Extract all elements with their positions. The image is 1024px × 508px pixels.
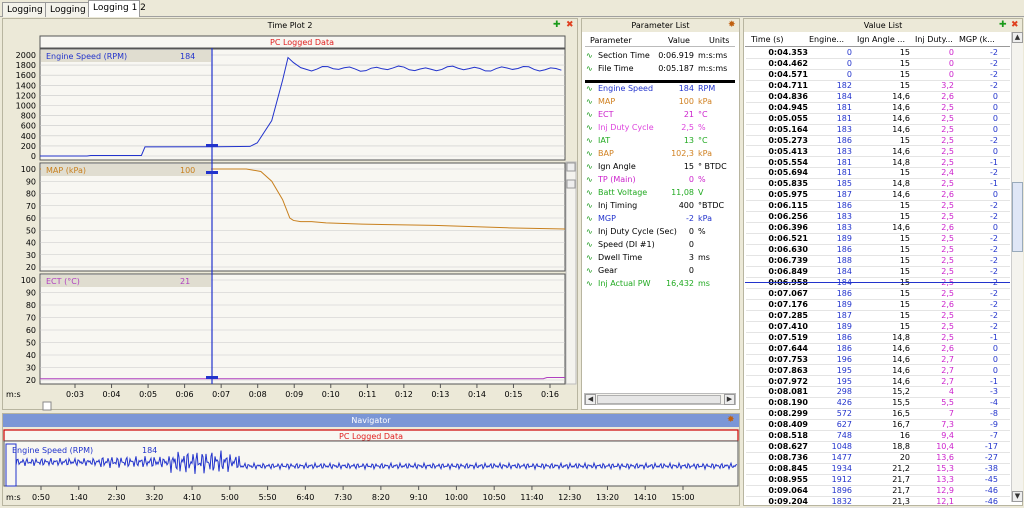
nav-x-tick-label: 12:30 — [558, 493, 581, 502]
nav-x-tick-label: 2:30 — [108, 493, 126, 502]
nav-x-tick-label: 7:30 — [334, 493, 352, 502]
nav-x-tick-label: 4:10 — [183, 493, 201, 502]
nav-x-tick-label: 3:20 — [145, 493, 163, 502]
nav-x-tick-label: 5:00 — [221, 493, 239, 502]
nav-x-tick-label: 10:00 — [445, 493, 468, 502]
nav-x-tick-label: 13:20 — [596, 493, 619, 502]
navigator-canvas[interactable]: PC Logged Data Engine Speed (RPM) 184 m:… — [0, 0, 1024, 506]
navigator-banner: PC Logged Data — [339, 432, 403, 441]
nav-x-tick-label: 14:10 — [634, 493, 657, 502]
nav-x-tick-label: 1:40 — [70, 493, 88, 502]
nav-x-tick-label: 9:10 — [410, 493, 428, 502]
nav-x-tick-label: 8:20 — [372, 493, 390, 502]
nav-x-tick-label: 6:40 — [296, 493, 314, 502]
navigator-x-unit: m:s — [6, 493, 21, 502]
nav-x-tick-label: 0:50 — [32, 493, 50, 502]
navigator-series-value: 184 — [142, 446, 157, 455]
navigator-series-label: Engine Speed (RPM) — [12, 446, 93, 455]
nav-x-tick-label: 15:00 — [671, 493, 694, 502]
nav-x-tick-label: 11:40 — [520, 493, 543, 502]
nav-x-tick-label: 10:50 — [483, 493, 506, 502]
nav-x-tick-label: 5:50 — [259, 493, 277, 502]
